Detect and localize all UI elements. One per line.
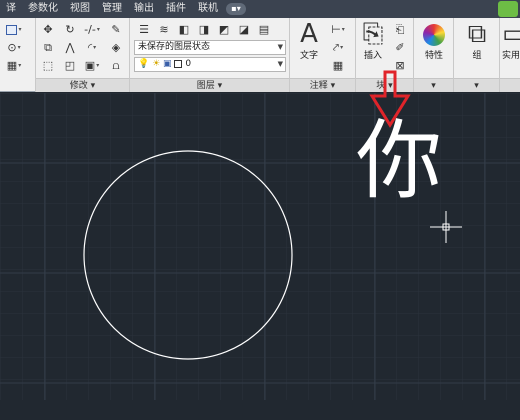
- drawing-canvas[interactable]: [0, 70, 520, 400]
- annotation-overlay: [369, 70, 411, 128]
- text-object[interactable]: 你: [356, 118, 442, 204]
